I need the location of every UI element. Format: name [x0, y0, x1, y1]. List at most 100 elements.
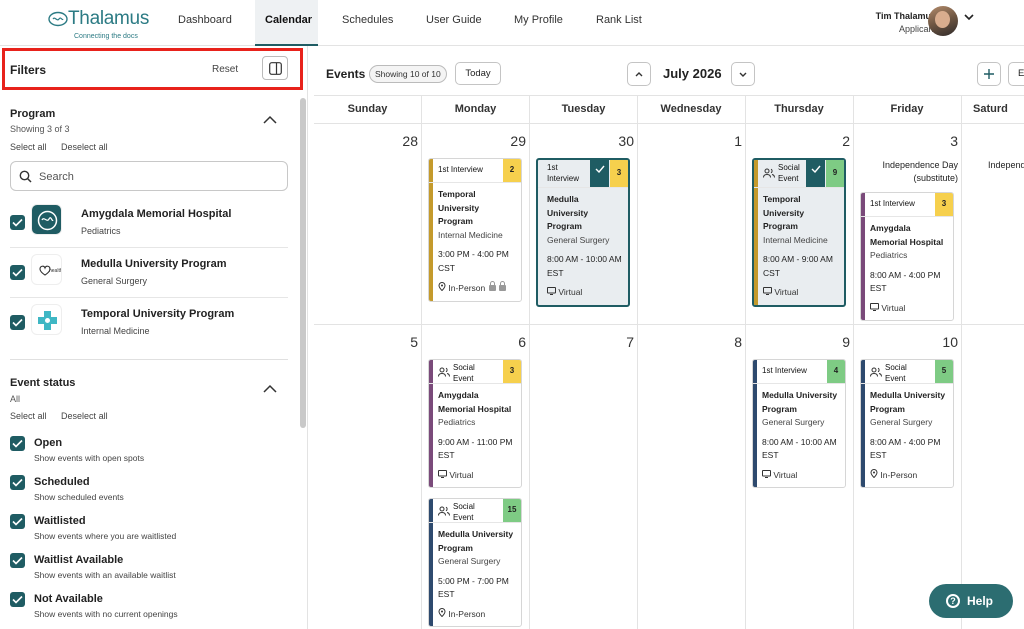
program-deselect-all[interactable]: Deselect all [61, 142, 108, 152]
program-search-input[interactable]: Search [10, 161, 288, 191]
checkbox-checked[interactable] [10, 315, 25, 330]
nav-rank-list[interactable]: Rank List [586, 0, 652, 46]
holiday-line2: (substitute) [913, 173, 958, 183]
status-scheduled[interactable]: Scheduled Show scheduled events [10, 475, 290, 511]
status-label: Waitlist Available [34, 554, 124, 566]
day-number: 2 [842, 133, 850, 149]
event-card[interactable]: 1st Interview 4 Medulla University Progr… [752, 359, 846, 488]
event-body: Medulla University Program General Surge… [861, 384, 953, 487]
help-button[interactable]: ? Help [929, 584, 1013, 618]
add-event-button[interactable] [977, 62, 1001, 86]
export-button[interactable]: E [1008, 62, 1024, 86]
event-mode: Virtual [558, 287, 583, 297]
people-icon [438, 506, 450, 516]
checkbox-checked[interactable] [10, 553, 25, 568]
event-card-selected[interactable]: 1st Interview 3 Medulla University Progr… [536, 158, 630, 307]
day-number: 28 [402, 133, 418, 149]
event-mode-row: Virtual [547, 286, 622, 300]
checkbox-checked[interactable] [10, 215, 25, 230]
events-count-badge: Showing 10 of 10 [369, 65, 447, 83]
event-body: Medulla University Program General Surge… [538, 188, 628, 305]
program-row-amygdala[interactable]: Amygdala Memorial Hospital Pediatrics [10, 198, 288, 248]
user-info[interactable]: Tim Thalamus Applicant [876, 10, 936, 36]
weekday-sunday: Sunday [347, 103, 388, 115]
reset-button[interactable]: Reset [212, 64, 238, 75]
chevron-up-icon[interactable] [263, 384, 277, 394]
status-waitlisted[interactable]: Waitlisted Show events where you are wai… [10, 514, 290, 550]
program-section-title: Program [10, 108, 56, 120]
event-card[interactable]: 1st Interview 2 Temporal University Prog… [428, 158, 522, 302]
today-button[interactable]: Today [455, 62, 501, 85]
checkbox-checked[interactable] [10, 514, 25, 529]
status-select-all[interactable]: Select all [10, 411, 47, 421]
sidebar-scrollbar[interactable] [300, 98, 306, 428]
avatar[interactable] [928, 6, 958, 36]
day-number: 5 [410, 334, 418, 350]
event-mode-row: In-Person [870, 468, 947, 483]
nav-user-guide[interactable]: User Guide [416, 0, 492, 46]
nav-my-profile[interactable]: My Profile [504, 0, 573, 46]
event-body: Medulla University Program General Surge… [753, 384, 845, 487]
checkbox-checked[interactable] [10, 592, 25, 607]
chevron-down-icon[interactable] [963, 12, 975, 22]
checkbox-checked[interactable] [10, 436, 25, 451]
status-deselect-all[interactable]: Deselect all [61, 411, 108, 421]
nav-dashboard[interactable]: Dashboard [168, 0, 242, 46]
event-card[interactable]: Social Event 5 Medulla University Progra… [860, 359, 954, 488]
checkbox-checked[interactable] [10, 475, 25, 490]
event-header: Social Event 9 [754, 160, 844, 188]
day-number: 6 [518, 334, 526, 350]
event-type: Social Event [885, 363, 907, 383]
chevron-up-icon[interactable] [263, 115, 277, 125]
check-icon [595, 165, 605, 174]
event-specialty: Internal Medicine [763, 234, 828, 245]
nav-calendar[interactable]: Calendar [255, 0, 318, 46]
calendar-main: Events Showing 10 of 10 Today July 2026 … [314, 46, 1024, 629]
event-specialty: Pediatrics [438, 417, 476, 427]
check-icon [12, 595, 23, 604]
weekday-friday: Friday [890, 103, 924, 115]
weekday-wednesday: Wednesday [660, 103, 722, 115]
toggle-panel-button[interactable] [262, 56, 288, 80]
status-open[interactable]: Open Show events with open spots [10, 436, 290, 472]
event-card[interactable]: 1st Interview 3 Amygdala Memorial Hospit… [860, 192, 954, 321]
day-number: 3 [950, 133, 958, 149]
top-nav-bar: Thalamus Connecting the docs Dashboard C… [0, 0, 1024, 46]
event-type: 1st Interview [870, 199, 915, 208]
event-specialty: Internal Medicine [438, 229, 503, 240]
status-waitlist-available[interactable]: Waitlist Available Show events with an a… [10, 553, 290, 589]
nav-schedules[interactable]: Schedules [332, 0, 403, 46]
checkbox-checked[interactable] [10, 265, 25, 280]
event-program: Amygdala Memorial Hospital [438, 390, 512, 414]
program-select-all[interactable]: Select all [10, 142, 47, 152]
program-showing: Showing 3 of 3 [10, 124, 70, 134]
next-month-button[interactable] [731, 62, 755, 86]
day-number: 7 [626, 334, 634, 350]
event-header: 1st Interview 3 [538, 160, 628, 188]
event-mode: Virtual [881, 302, 906, 313]
program-select-links: Select all Deselect all [10, 142, 120, 152]
program-row-medulla[interactable]: health Medulla University Program Genera… [10, 248, 288, 298]
event-mode-row: Virtual [870, 302, 947, 316]
check-icon [12, 439, 23, 448]
user-name: Tim Thalamus [875, 11, 936, 21]
event-card[interactable]: Social Event 15 Medulla University Progr… [428, 498, 522, 627]
status-label: Waitlisted [34, 515, 86, 527]
program-row-temporal[interactable]: Temporal University Program Internal Med… [10, 298, 288, 348]
search-icon [19, 170, 32, 183]
spots-count: 3 [503, 360, 521, 383]
status-label: Open [34, 437, 63, 449]
lock-icon [488, 281, 506, 291]
event-type: Social Event [453, 363, 475, 383]
status-not-available[interactable]: Not Available Show events with no curren… [10, 592, 290, 628]
monitor-icon [547, 287, 556, 295]
event-card-selected[interactable]: Social Event 9 Temporal University Progr… [752, 158, 846, 307]
app-name: Thalamus [68, 8, 150, 29]
event-header: 1st Interview 3 [861, 193, 953, 217]
event-header: 1st Interview 2 [429, 159, 521, 183]
monitor-icon [438, 469, 447, 478]
people-icon [438, 367, 450, 377]
program-specialty: Internal Medicine [81, 326, 150, 336]
prev-month-button[interactable] [627, 62, 651, 86]
event-card[interactable]: Social Event 3 Amygdala Memorial Hospita… [428, 359, 522, 488]
